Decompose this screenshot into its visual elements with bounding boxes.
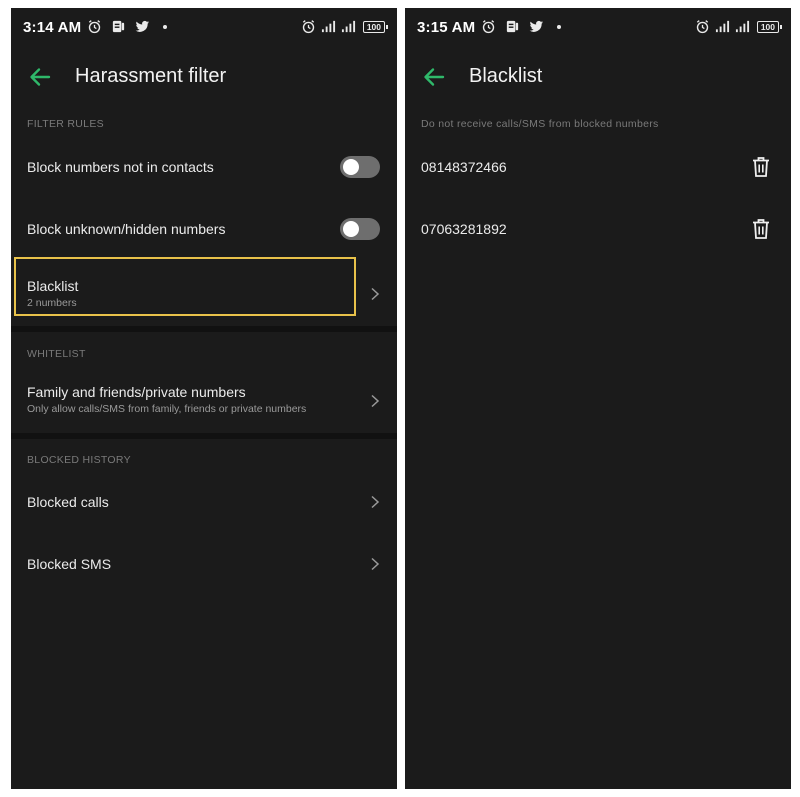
app-icon [505, 19, 520, 34]
alarm-icon [301, 19, 316, 34]
battery-icon: 100 [756, 20, 783, 33]
dot-icon [163, 24, 167, 29]
notification-icons [481, 19, 561, 34]
blacklist-title: Blacklist [27, 278, 79, 294]
whitelist-description: Only allow calls/SMS from family, friend… [27, 403, 307, 415]
toggle-knob [343, 221, 359, 237]
app-header: Harassment filter [11, 58, 397, 98]
whitelist-row[interactable]: Family and friends/private numbers Only … [11, 372, 397, 430]
block-not-in-contacts-toggle[interactable] [340, 156, 380, 178]
blocked-number-row[interactable]: 08148372466 [405, 145, 791, 189]
toggle-knob [343, 159, 359, 175]
dot-icon [557, 24, 561, 29]
status-bar: 3:14 AM 100 [11, 8, 397, 48]
chevron-right-icon [371, 557, 380, 571]
blacklist-screen: 3:15 AM 100 Blacklist Do not receive cal… [405, 8, 791, 789]
chevron-right-icon [371, 394, 380, 408]
alarm-icon [695, 19, 710, 34]
section-label-blocked-history: BLOCKED HISTORY [27, 454, 131, 466]
row-title: Block numbers not in contacts [27, 159, 214, 175]
signal-icon [715, 19, 730, 34]
blacklist-description: Do not receive calls/SMS from blocked nu… [421, 118, 659, 130]
status-bar: 3:15 AM 100 [405, 8, 791, 48]
blocked-calls-row[interactable]: Blocked calls [11, 480, 397, 524]
blacklist-row[interactable]: Blacklist 2 numbers [11, 259, 397, 315]
alarm-icon [481, 19, 496, 34]
system-icons: 100 [301, 19, 389, 34]
blocked-sms-title: Blocked SMS [27, 556, 112, 572]
status-time: 3:14 AM [23, 19, 82, 36]
blocked-number: 08148372466 [421, 159, 507, 175]
block-unknown-row[interactable]: Block unknown/hidden numbers [11, 207, 397, 251]
whitelist-title: Family and friends/private numbers [27, 384, 246, 400]
page-title: Harassment filter [75, 65, 227, 87]
block-unknown-toggle[interactable] [340, 218, 380, 240]
chevron-right-icon [371, 495, 380, 509]
twitter-icon [529, 19, 544, 34]
chevron-right-icon [371, 287, 380, 301]
app-header: Blacklist [405, 58, 791, 98]
page-title: Blacklist [469, 65, 543, 87]
signal-icon [735, 19, 750, 34]
blocked-calls-title: Blocked calls [27, 494, 109, 510]
harassment-filter-screen: 3:14 AM 100 Harassment filter FILTER RUL… [11, 8, 397, 789]
section-label-filter-rules: FILTER RULES [27, 118, 104, 130]
signal-icon [341, 19, 356, 34]
twitter-icon [135, 19, 150, 34]
signal-icon [321, 19, 336, 34]
blacklist-count: 2 numbers [27, 297, 77, 309]
blocked-sms-row[interactable]: Blocked SMS [11, 542, 397, 586]
back-arrow-icon[interactable] [27, 64, 53, 90]
alarm-icon [87, 19, 102, 34]
blocked-number: 07063281892 [421, 221, 507, 237]
app-icon [111, 19, 126, 34]
system-icons: 100 [695, 19, 783, 34]
status-time: 3:15 AM [417, 19, 476, 36]
block-not-in-contacts-row[interactable]: Block numbers not in contacts [11, 145, 397, 189]
back-arrow-icon[interactable] [421, 64, 447, 90]
section-label-whitelist: WHITELIST [27, 348, 86, 360]
battery-icon: 100 [362, 20, 389, 33]
section-divider [11, 433, 397, 439]
section-divider [11, 326, 397, 332]
trash-icon[interactable] [751, 218, 771, 240]
trash-icon[interactable] [751, 156, 771, 178]
row-title: Block unknown/hidden numbers [27, 221, 226, 237]
blocked-number-row[interactable]: 07063281892 [405, 207, 791, 251]
notification-icons [87, 19, 167, 34]
